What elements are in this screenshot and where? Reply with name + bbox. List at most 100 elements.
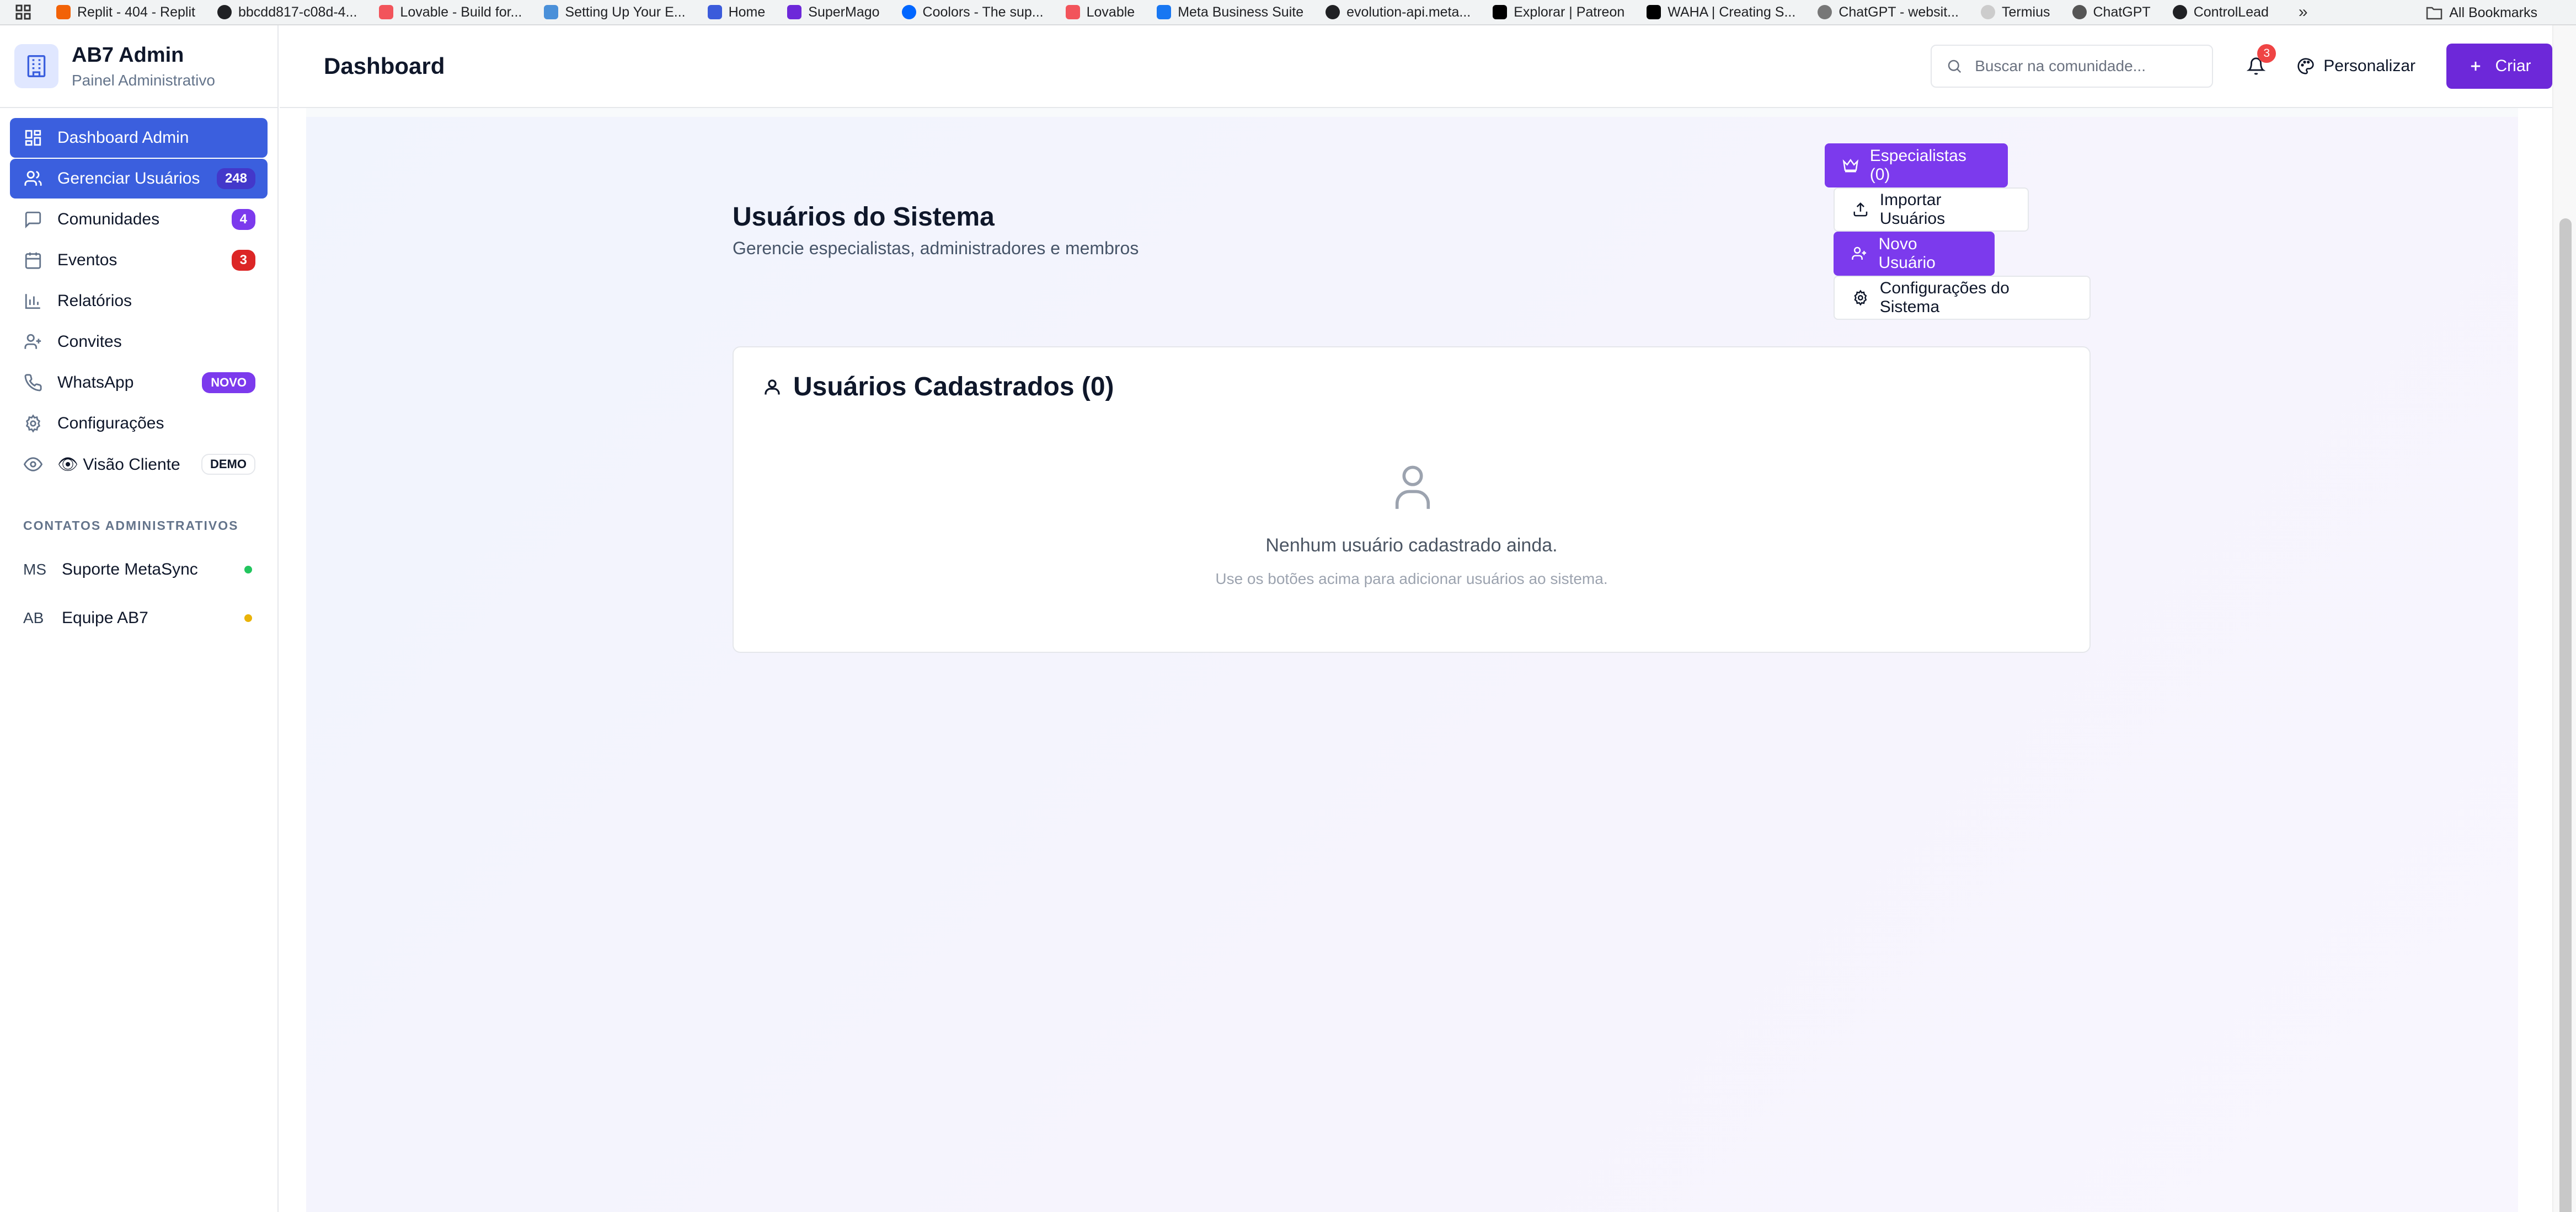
new-badge: NOVO [202,372,255,393]
bookmark-favicon-icon [544,5,559,19]
main-top-strip [306,108,2518,117]
eye-icon [23,454,43,474]
scrollbar-thumb[interactable] [2559,218,2572,1212]
notification-count-badge: 3 [2257,44,2276,63]
page-title: Dashboard [324,53,445,79]
contacts-section-title: CONTATOS ADMINISTRATIVOS [23,518,239,533]
calendar-icon [23,250,43,270]
sidebar-item-configuracoes[interactable]: Configurações [10,404,268,443]
search-box[interactable] [1931,45,2214,88]
sidebar-item-label: Configurações [57,414,164,432]
more-bookmarks-chevron-icon[interactable]: » [2299,3,2308,22]
gear-icon [1854,289,1867,306]
import-users-button[interactable]: Importar Usuários [1834,187,2029,232]
empty-state-title: Nenhum usuário cadastrado ainda. [1265,535,1558,556]
user-plus-icon [23,332,43,352]
upload-icon [1853,202,1868,217]
bookmark-chatgpt[interactable]: ChatGPT [2072,4,2151,20]
bookmark-label: WAHA | Creating S... [1668,4,1796,20]
bookmark-meta-business[interactable]: Meta Business Suite [1157,4,1303,20]
section-title: Usuários do Sistema [733,202,995,232]
bookmark-patreon[interactable]: Explorar | Patreon [1493,4,1624,20]
sidebar-item-label: Dashboard Admin [57,128,189,147]
personalize-label: Personalizar [2323,57,2415,75]
sidebar-item-label: Gerenciar Usuários [57,169,200,187]
bookmark-favicon-icon [2172,5,2187,19]
message-icon [23,210,43,229]
brand-subtitle: Painel Administrativo [72,71,215,89]
bookmark-favicon-icon [1818,5,1832,19]
bookmark-label: Lovable [1086,4,1135,20]
sidebar-item-eventos[interactable]: Eventos 3 [10,240,268,280]
users-icon [23,169,43,189]
empty-user-icon [1392,462,1434,513]
bookmark-label: Explorar | Patreon [1514,4,1625,20]
all-bookmarks-button[interactable]: All Bookmarks [2426,0,2537,25]
phone-icon [23,373,43,393]
contact-equipe-ab7[interactable]: AB Equipe AB7 [0,594,277,642]
bookmark-favicon-icon [1647,5,1661,19]
sidebar: AB7 Admin Painel Administrativo Dashboar… [0,25,279,1212]
new-user-button[interactable]: Novo Usuário [1834,232,1995,276]
system-settings-button[interactable]: Configurações do Sistema [1834,276,2091,320]
bookmark-coolors[interactable]: Coolors - The sup... [901,4,1044,20]
main-content [306,117,2518,1212]
contact-name: Suporte MetaSync [62,560,198,578]
bookmark-lovable-build[interactable]: Lovable - Build for... [379,4,522,20]
contact-suporte-metasync[interactable]: MS Suporte MetaSync [0,545,277,594]
bookmark-setting-up[interactable]: Setting Up Your E... [544,4,686,20]
top-header: Dashboard 3 Personalizar Criar [280,25,2552,108]
apps-grid-icon[interactable] [13,2,33,22]
specialists-button[interactable]: Especialistas (0) [1825,143,2008,187]
personalize-button[interactable]: Personalizar [2297,57,2415,76]
bookmark-favicon-icon [56,5,71,19]
bookmark-favicon-icon [1065,5,1080,19]
page-scrollbar[interactable] [2552,25,2576,1212]
user-plus-icon [1852,246,1867,260]
sidebar-item-visao-cliente[interactable]: 👁 Visão Cliente DEMO [10,444,268,484]
bookmark-replit[interactable]: Replit - 404 - Replit [56,4,195,20]
bookmark-favicon-icon [1326,5,1340,19]
brand: AB7 Admin Painel Administrativo [0,25,277,108]
sidebar-item-whatsapp[interactable]: WhatsApp NOVO [10,363,268,403]
sidebar-item-label: WhatsApp [57,373,134,392]
bookmark-favicon-icon [787,5,802,19]
bookmark-waha[interactable]: WAHA | Creating S... [1647,4,1795,20]
bookmark-chatgpt-website[interactable]: ChatGPT - websit... [1818,4,1959,20]
bookmark-label: bbcdd817-c08d-4... [238,4,357,20]
users-count-badge: 248 [216,168,255,189]
bookmark-controllead[interactable]: ControlLead [2172,4,2269,20]
sidebar-item-convites[interactable]: Convites [10,322,268,362]
palette-icon [2297,58,2314,74]
sidebar-item-dashboard-admin[interactable]: Dashboard Admin [10,118,268,158]
dashboard-grid-icon [23,128,43,148]
bookmark-home[interactable]: Home [707,4,765,20]
bookmark-label: ChatGPT - websit... [1839,4,1959,20]
bookmark-label: Setting Up Your E... [565,4,686,20]
section-subtitle: Gerencie especialistas, administradores … [733,238,1139,258]
specialists-label: Especialistas (0) [1869,147,1966,184]
search-input[interactable] [1975,57,2196,75]
create-button[interactable]: Criar [2446,44,2552,89]
sidebar-item-relatorios[interactable]: Relatórios [10,281,268,321]
bookmark-lovable[interactable]: Lovable [1065,4,1135,20]
communities-count-badge: 4 [231,209,255,230]
bookmark-label: Coolors - The sup... [922,4,1044,20]
bookmark-favicon-icon [2072,5,2087,19]
sidebar-item-gerenciar-usuarios[interactable]: Gerenciar Usuários 248 [10,159,268,199]
contact-initials: AB [23,609,44,626]
bookmark-termius[interactable]: Termius [1980,4,2050,20]
bookmark-favicon-icon [1157,5,1172,19]
sidebar-item-comunidades[interactable]: Comunidades 4 [10,200,268,239]
bookmark-supermago[interactable]: SuperMago [787,4,880,20]
bookmark-label: ChatGPT [2093,4,2151,20]
card-title: Usuários Cadastrados (0) [762,372,1114,402]
contact-name: Equipe AB7 [62,609,148,627]
bookmark-label: Termius [2001,4,2050,20]
bookmark-bbcdd817[interactable]: bbcdd817-c08d-4... [217,4,357,20]
bookmark-favicon-icon [1493,5,1508,19]
bookmark-evolution-api[interactable]: evolution-api.meta... [1326,4,1471,20]
bookmark-label: ControlLead [2193,4,2269,20]
notifications-button[interactable]: 3 [2240,44,2276,83]
gear-icon [23,414,43,433]
